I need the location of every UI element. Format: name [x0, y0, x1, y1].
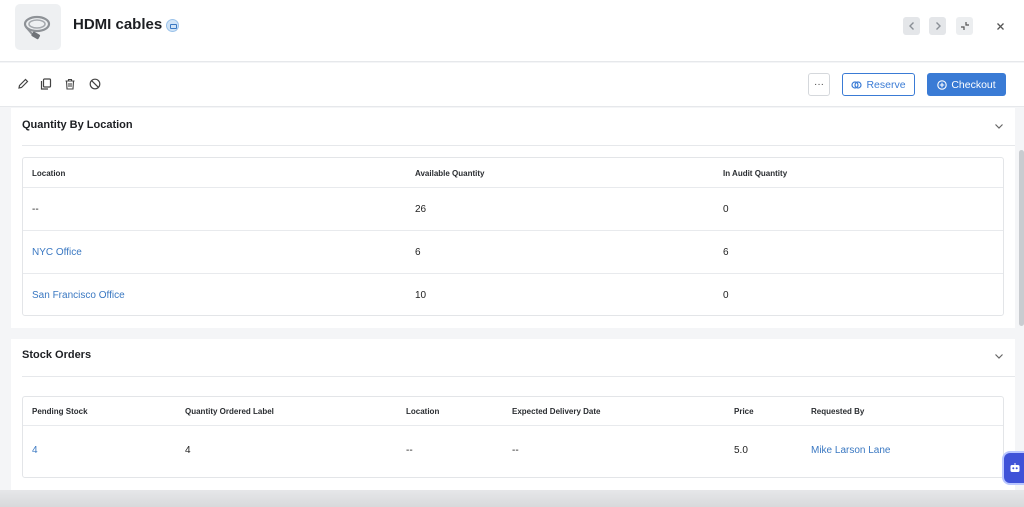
section-divider: [22, 376, 1015, 377]
available-quantity-cell: 26: [415, 204, 427, 215]
table-row: San Francisco Office 10 0: [23, 273, 1003, 316]
pencil-icon: [18, 78, 29, 89]
collapse-panel-button[interactable]: [956, 17, 973, 35]
section-title: Stock Orders: [22, 349, 92, 361]
reserve-label: Reserve: [866, 78, 906, 91]
table-header-row: Pending Stock Quantity Ordered Label Loc…: [23, 397, 1003, 425]
page-title: HDMI cables: [73, 16, 180, 33]
table-row: 4 4 -- -- 5.0 Mike Larson Lane: [23, 425, 1003, 477]
in-audit-quantity-cell: 6: [723, 247, 729, 258]
robot-icon: [1010, 463, 1020, 472]
column-header: Expected Delivery Date: [512, 407, 601, 416]
quantity-by-location-section: Quantity By Location Location Available …: [11, 108, 1015, 328]
quantity-by-location-table: Location Available Quantity In Audit Qua…: [22, 157, 1004, 316]
copy-icon: [40, 78, 52, 90]
in-audit-quantity-cell: 0: [723, 204, 729, 215]
close-icon: [996, 22, 1004, 30]
column-header: Location: [32, 169, 66, 178]
item-title: HDMI cables: [73, 16, 163, 33]
section-collapse-toggle[interactable]: [993, 120, 1005, 132]
column-header: In Audit Quantity: [723, 169, 788, 178]
location-cell: --: [32, 204, 39, 215]
more-actions-button[interactable]: ···: [808, 73, 830, 96]
checkout-label: Checkout: [951, 78, 996, 91]
assistant-bot-button[interactable]: [1004, 453, 1024, 483]
expected-delivery-cell: --: [512, 445, 519, 456]
checkout-button[interactable]: Checkout: [927, 73, 1006, 96]
chevron-down-icon: [995, 124, 1003, 129]
item-thumbnail: [15, 4, 61, 50]
item-type-badge-icon: [166, 19, 180, 32]
table-row: NYC Office 6 6: [23, 230, 1003, 273]
location-link[interactable]: San Francisco Office: [32, 290, 125, 301]
available-quantity-cell: 10: [415, 290, 427, 301]
vertical-scrollbar[interactable]: [1019, 150, 1024, 326]
location-link[interactable]: NYC Office: [32, 247, 82, 258]
quantity-ordered-cell: 4: [185, 445, 191, 456]
chevron-down-icon: [995, 354, 1003, 359]
close-button[interactable]: [992, 18, 1008, 34]
action-toolbar: ··· Reserve Checkout: [0, 63, 1024, 107]
chevron-left-icon: [908, 22, 914, 30]
duplicate-button[interactable]: [39, 77, 53, 91]
in-audit-quantity-cell: 0: [723, 290, 729, 301]
price-cell: 5.0: [734, 445, 748, 456]
reserve-button[interactable]: Reserve: [842, 73, 915, 96]
requested-by-link[interactable]: Mike Larson Lane: [811, 445, 891, 456]
column-header: Price: [734, 407, 754, 416]
chevron-right-icon: [935, 22, 941, 30]
column-header: Pending Stock: [32, 407, 88, 416]
previous-item-button[interactable]: [903, 17, 920, 35]
edit-button[interactable]: [16, 77, 30, 91]
table-row: -- 26 0: [23, 187, 1003, 230]
pending-stock-link[interactable]: 4: [32, 445, 38, 456]
plus-circle-icon: [937, 79, 948, 90]
disable-button[interactable]: [88, 77, 102, 91]
column-header: Requested By: [811, 407, 865, 416]
location-cell: --: [406, 445, 413, 456]
collapse-arrows-icon: [960, 22, 969, 30]
column-header: Quantity Ordered Label: [185, 407, 274, 416]
ban-icon: [89, 78, 101, 90]
hdmi-cable-icon: [23, 15, 51, 40]
section-divider: [22, 145, 1015, 146]
bottom-overlay: [0, 490, 1024, 507]
section-title: Quantity By Location: [22, 119, 133, 131]
table-header-row: Location Available Quantity In Audit Qua…: [23, 158, 1003, 187]
item-header: HDMI cables: [0, 0, 1024, 62]
available-quantity-cell: 6: [415, 247, 421, 258]
delete-button[interactable]: [63, 77, 77, 91]
section-collapse-toggle[interactable]: [993, 350, 1005, 362]
next-item-button[interactable]: [929, 17, 946, 35]
reserve-icon: [851, 80, 863, 89]
column-header: Location: [406, 407, 440, 416]
stock-orders-table: Pending Stock Quantity Ordered Label Loc…: [22, 396, 1004, 478]
stock-orders-section: Stock Orders Pending Stock Quantity Orde…: [11, 339, 1015, 490]
column-header: Available Quantity: [415, 169, 485, 178]
trash-icon: [65, 78, 75, 90]
